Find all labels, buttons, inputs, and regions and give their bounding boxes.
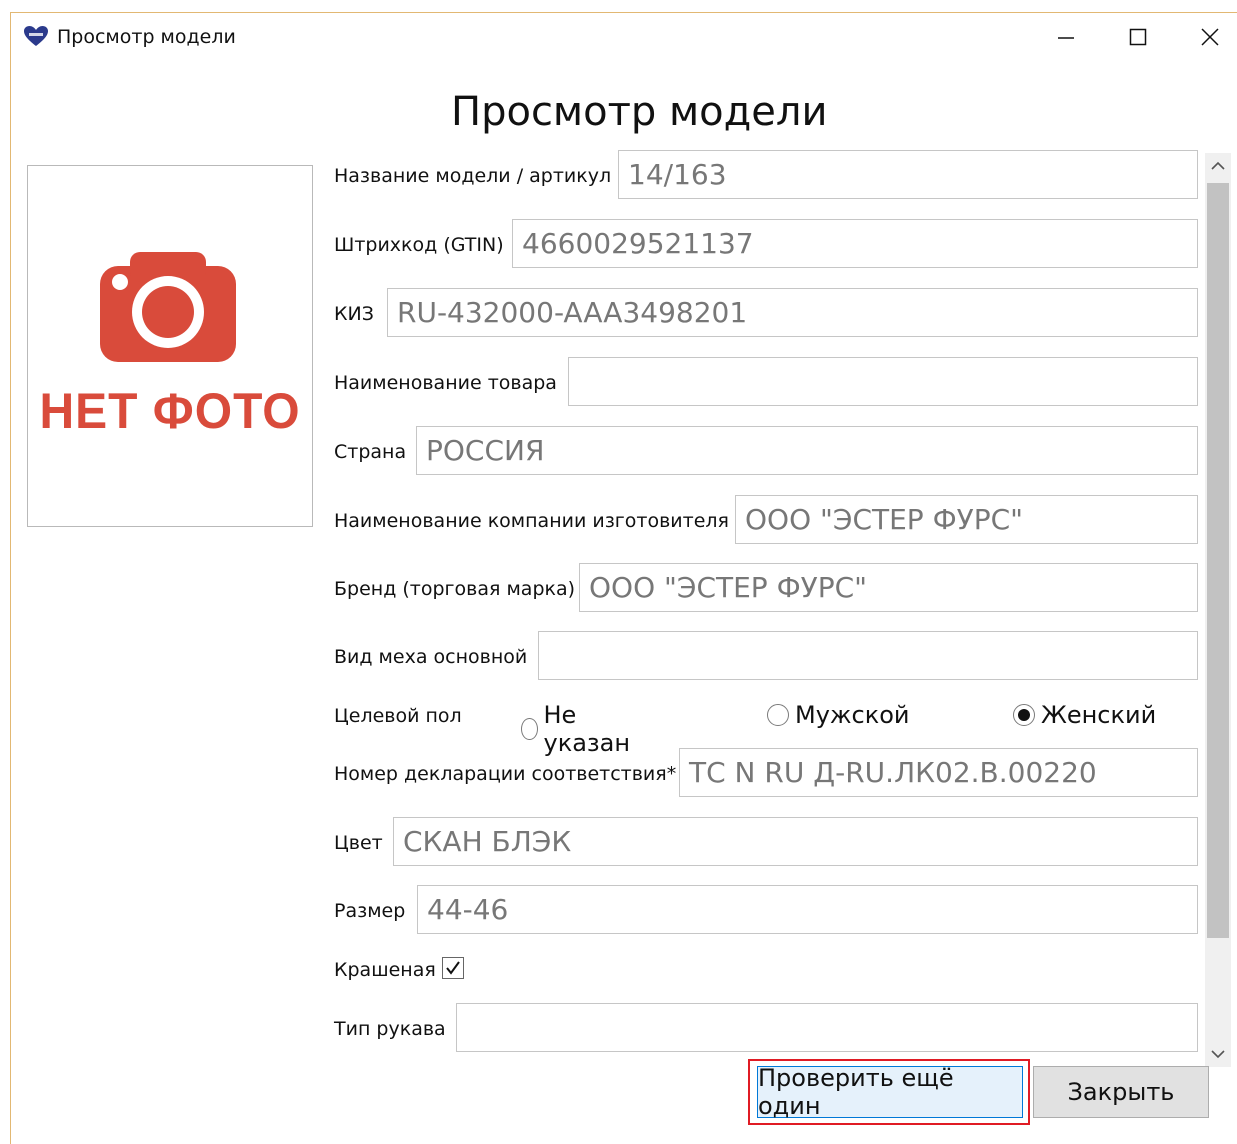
- size-label: Размер: [334, 900, 406, 922]
- gender-label: Целевой пол: [334, 705, 462, 727]
- scroll-up-button[interactable]: [1205, 153, 1231, 179]
- check-another-button[interactable]: Проверить ещё один: [757, 1064, 1023, 1120]
- close-window-button[interactable]: [1175, 13, 1237, 61]
- fur-type-label: Вид меха основной: [334, 646, 528, 668]
- radio-male-icon: [767, 704, 789, 726]
- color-label: Цвет: [334, 832, 383, 854]
- radio-unspecified-label: Не указан: [543, 701, 631, 757]
- dyed-checkbox[interactable]: [442, 957, 464, 979]
- radio-female-label: Женский: [1041, 701, 1157, 729]
- declaration-label: Номер декларации соответствия*: [334, 763, 677, 785]
- close-button[interactable]: Закрыть: [1033, 1066, 1209, 1118]
- product-name-label: Наименование товара: [334, 372, 557, 394]
- country-label: Страна: [334, 441, 407, 463]
- check-icon: [446, 961, 460, 975]
- chevron-up-icon: [1211, 161, 1225, 170]
- close-icon: [1201, 28, 1219, 46]
- manufacturer-field[interactable]: ООО "ЭСТЕР ФУРС": [735, 495, 1198, 544]
- color-field[interactable]: СКАН БЛЭК: [393, 817, 1198, 866]
- maximize-icon: [1129, 28, 1147, 46]
- minimize-icon: [1058, 37, 1074, 39]
- window-title: Просмотр модели: [57, 26, 236, 48]
- brand-label: Бренд (торговая марка): [334, 578, 576, 600]
- gender-radio-male[interactable]: Мужской: [767, 701, 910, 729]
- size-field[interactable]: 44-46: [417, 885, 1198, 934]
- page-title: Просмотр модели: [451, 89, 828, 135]
- scroll-down-button[interactable]: [1205, 1041, 1231, 1067]
- fur-type-field[interactable]: [538, 631, 1198, 680]
- radio-unspecified-icon: [521, 718, 538, 740]
- heart-icon: [24, 26, 48, 46]
- barcode-field[interactable]: 4660029521137: [512, 219, 1198, 268]
- vertical-scrollbar[interactable]: [1205, 153, 1231, 1067]
- manufacturer-label: Наименование компании изготовителя: [334, 510, 729, 532]
- brand-field[interactable]: ООО "ЭСТЕР ФУРС": [579, 563, 1198, 612]
- minimize-button[interactable]: [1031, 13, 1101, 61]
- gender-radio-female[interactable]: Женский: [1013, 701, 1156, 729]
- gender-radio-unspecified[interactable]: Не указан: [521, 701, 636, 757]
- declaration-field[interactable]: ТС N RU Д-RU.ЛК02.В.00220: [679, 748, 1198, 797]
- kiz-field[interactable]: RU-432000-AAA3498201: [387, 288, 1198, 337]
- product-name-field[interactable]: [568, 357, 1198, 406]
- model-view-window: Просмотр модели Просмотр модели НЕТ ФОТО…: [10, 12, 1237, 1144]
- dyed-label: Крашеная: [334, 959, 436, 981]
- photo-placeholder: НЕТ ФОТО: [27, 165, 313, 527]
- no-photo-label: НЕТ ФОТО: [39, 383, 301, 440]
- model-field[interactable]: 14/163: [618, 150, 1198, 199]
- barcode-label: Штрихкод (GTIN): [334, 234, 504, 256]
- radio-female-icon: [1013, 704, 1035, 726]
- kiz-label: КИЗ: [334, 303, 374, 325]
- sleeve-field[interactable]: [456, 1003, 1198, 1052]
- radio-selected-dot: [1018, 709, 1030, 721]
- camera-icon: [100, 252, 236, 362]
- maximize-button[interactable]: [1103, 13, 1173, 61]
- scroll-thumb[interactable]: [1207, 183, 1229, 938]
- radio-male-label: Мужской: [795, 701, 910, 729]
- chevron-down-icon: [1211, 1050, 1225, 1059]
- model-label: Название модели / артикул: [334, 165, 612, 187]
- country-field[interactable]: РОССИЯ: [416, 426, 1198, 475]
- title-bar[interactable]: Просмотр модели: [11, 13, 1237, 61]
- sleeve-label: Тип рукава: [334, 1018, 446, 1040]
